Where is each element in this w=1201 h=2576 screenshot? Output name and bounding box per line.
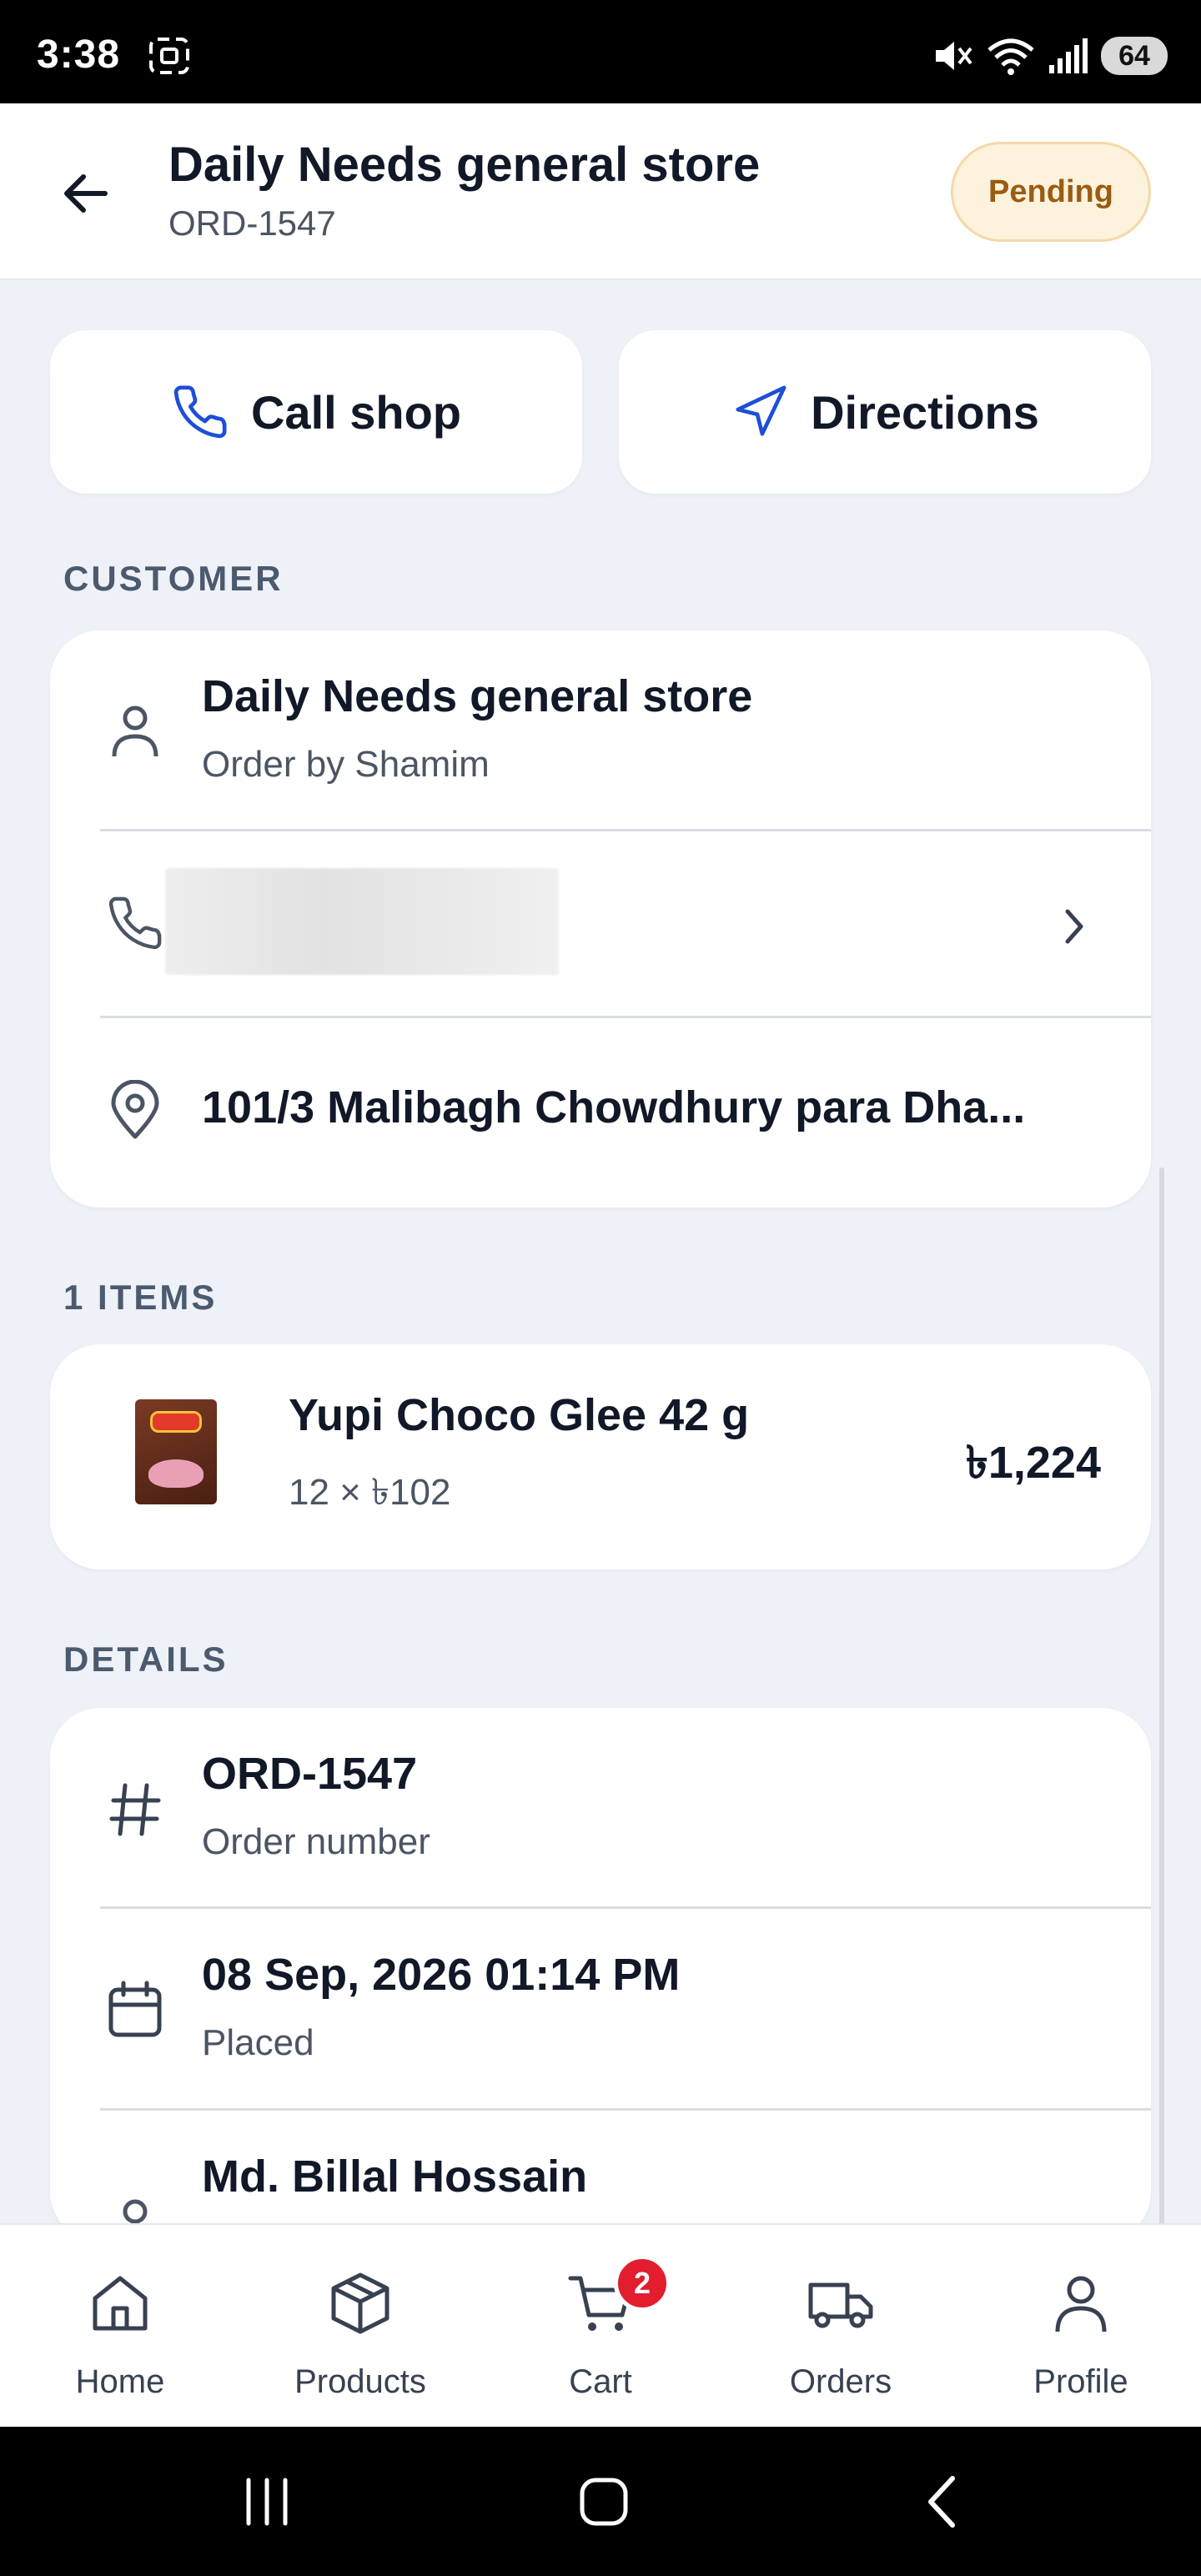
bottom-nav: Home Products 2 Cart Orders Profile: [0, 2223, 1201, 2427]
directions-label: Directions: [811, 385, 1039, 439]
nav-cart[interactable]: 2 Cart: [480, 2225, 721, 2428]
product-image: [135, 1399, 217, 1504]
directions-button[interactable]: Directions: [619, 330, 1151, 494]
customer-ordered-by: Order by Shamim: [202, 744, 490, 785]
list-item[interactable]: Yupi Choco Glee 42 g 12 × ৳102 ৳1,224: [50, 1344, 1151, 1569]
phone-icon: [173, 385, 227, 439]
user-icon: [1055, 2276, 1107, 2332]
status-badge: Pending: [951, 142, 1151, 242]
truck-icon: [808, 2282, 873, 2328]
items-card: Yupi Choco Glee 42 g 12 × ৳102 ৳1,224: [50, 1344, 1151, 1569]
assignee-name: Md. Billal Hossain: [202, 2152, 588, 2202]
cart-count-badge: 2: [614, 2255, 671, 2312]
placed-date-label: Placed: [202, 2022, 314, 2063]
item-name: Yupi Choco Glee 42 g: [289, 1390, 750, 1440]
items-section-label: 1 ITEMS: [63, 1278, 218, 1317]
call-shop-label: Call shop: [250, 385, 462, 439]
app-header: Daily Needs general store ORD-1547 Pendi…: [0, 103, 1201, 280]
assignee-row: Md. Billal Hossain: [50, 2111, 1151, 2242]
back-nav-icon[interactable]: [909, 2468, 976, 2535]
navigation-icon: [736, 385, 786, 436]
order-number-row: ORD-1547 Order number: [50, 1708, 1151, 1908]
package-icon: [331, 2272, 389, 2334]
order-number-label: Order number: [202, 1821, 430, 1862]
nav-orders-label: Orders: [789, 2363, 892, 2400]
item-qty-price: 12 × ৳102: [289, 1472, 451, 1513]
wifi-icon: [987, 38, 1034, 75]
call-shop-button[interactable]: Call shop: [50, 330, 582, 494]
status-time: 3:38: [37, 33, 121, 77]
phone-icon: [102, 890, 168, 957]
calendar-icon: [102, 1976, 168, 2042]
nav-home-label: Home: [75, 2363, 165, 2400]
phone-number-redacted: [165, 868, 559, 975]
customer-phone-row[interactable]: [50, 831, 1151, 1017]
customer-section-label: CUSTOMER: [63, 559, 284, 598]
scrollbar[interactable]: [1159, 1167, 1164, 2293]
customer-address-row: 101/3 Malibagh Chowdhury para Dha...: [50, 1018, 1151, 1208]
order-number-value: ORD-1547: [202, 1749, 418, 1799]
signal-icon: [1049, 38, 1088, 73]
item-total: ৳1,224: [965, 1438, 1101, 1488]
hash-icon: [102, 1776, 168, 1843]
screenshot-icon: [149, 38, 189, 74]
page-title: Daily Needs general store: [168, 138, 761, 192]
placed-date-value: 08 Sep, 2026 01:14 PM: [202, 1950, 681, 2000]
map-pin-icon: [102, 1077, 168, 1143]
status-icons: 64: [931, 33, 1168, 78]
placed-date-row: 08 Sep, 2026 01:14 PM Placed: [50, 1909, 1151, 2109]
nav-products-label: Products: [294, 2363, 426, 2400]
status-bar: 3:38 64: [0, 0, 1201, 103]
mute-icon: [936, 42, 972, 70]
customer-card: Daily Needs general store Order by Shami…: [50, 630, 1151, 1208]
details-card: ORD-1547 Order number 08 Sep, 2026 01:14…: [50, 1708, 1151, 2242]
nav-cart-label: Cart: [569, 2363, 632, 2400]
customer-shop-row: Daily Needs general store Order by Shami…: [50, 630, 1151, 831]
nav-home[interactable]: Home: [0, 2225, 240, 2428]
nav-profile-label: Profile: [1033, 2363, 1128, 2400]
nav-orders[interactable]: Orders: [721, 2225, 961, 2428]
order-id-subtitle: ORD-1547: [168, 203, 336, 243]
nav-products[interactable]: Products: [240, 2225, 480, 2428]
system-nav-bar: [0, 2427, 1201, 2576]
chevron-right-icon: [1065, 909, 1083, 944]
user-icon: [102, 697, 168, 764]
customer-address: 101/3 Malibagh Chowdhury para Dha...: [202, 1082, 1026, 1132]
recent-apps-icon[interactable]: [234, 2468, 300, 2535]
customer-shop-name: Daily Needs general store: [202, 671, 753, 721]
home-icon: [93, 2276, 148, 2331]
home-button-icon[interactable]: [570, 2468, 637, 2535]
details-section-label: DETAILS: [63, 1640, 229, 1679]
battery-indicator: 64: [1101, 37, 1168, 75]
nav-profile[interactable]: Profile: [961, 2225, 1201, 2428]
back-button[interactable]: [53, 162, 117, 225]
arrow-left-icon: [64, 174, 108, 213]
